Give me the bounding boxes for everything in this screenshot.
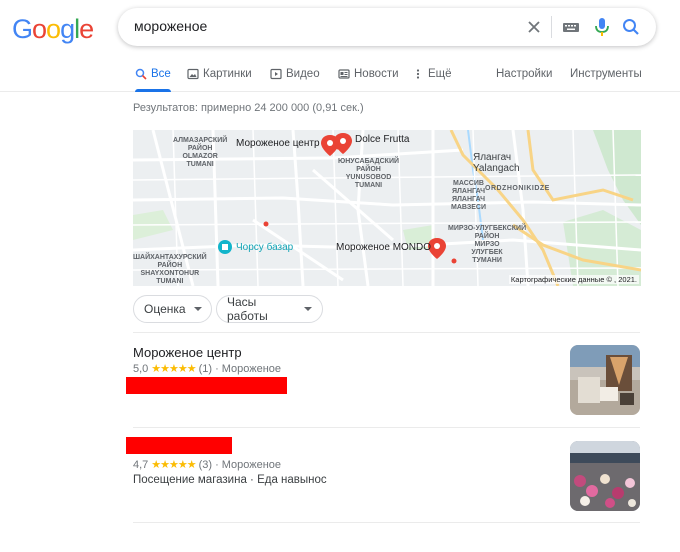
map-label-mirzo: МИРЗО-УЛУГБЕКСКИЙ РАЙОН МИРЗО УЛУГБЕК ТУМАНИ: [448, 225, 527, 264]
star-rating: ★★★★★: [151, 459, 196, 471]
separator: ·: [215, 362, 219, 375]
tab-images[interactable]: Картинки: [187, 68, 252, 80]
tab-tools-label: Инструменты: [570, 68, 642, 80]
keyboard-icon[interactable]: [562, 18, 580, 36]
logo-letter: g: [60, 14, 75, 44]
close-icon[interactable]: [524, 17, 544, 37]
map-label-yunusabad: ЮНУСАБАДСКИЙ РАЙОН YUNUSOBOD TUMANI: [338, 158, 400, 189]
redaction-block: [126, 377, 287, 394]
map-label-yalangach: Ялангач Yalangach: [473, 152, 520, 174]
review-count[interactable]: (3): [199, 459, 212, 471]
logo-letter: e: [79, 14, 94, 44]
result-stats: Результатов: примерно 24 200 000 (0,91 с…: [133, 102, 364, 114]
map-label-ordzhonikidze: ORDZHONIKIDZE: [485, 185, 550, 192]
place-category: Мороженое: [221, 458, 282, 471]
search-icon[interactable]: [621, 17, 641, 37]
search-tabs: Все Картинки Видео Новости Ещё Настройки…: [0, 62, 680, 92]
local-map[interactable]: АЛМАЗАРСКИЙ РАЙОН OLMAZOR TUMANI ЮНУСАБАДСК…: [133, 130, 641, 286]
divider: [133, 332, 640, 333]
tab-video-label: Видео: [286, 68, 320, 80]
divider: [133, 522, 640, 523]
separator: ·: [215, 458, 219, 471]
divider: [133, 427, 640, 428]
rating-line: 4,7 ★★★★★ (3) · Мороженое: [133, 458, 282, 472]
place-thumbnail[interactable]: [570, 345, 640, 415]
search-box[interactable]: мороженое: [118, 8, 656, 46]
map-label-almazar: АЛМАЗАРСКИЙ РАЙОН OLMAZOR TUMANI: [173, 137, 228, 168]
microphone-icon[interactable]: [592, 16, 612, 38]
search-input[interactable]: мороженое: [134, 18, 207, 34]
hours-filter-chip[interactable]: Часы работы: [216, 295, 323, 323]
caret-down-icon: [304, 307, 312, 311]
tab-all-label: Все: [151, 68, 171, 80]
search-icon: [135, 68, 147, 80]
active-tab-indicator: [135, 89, 171, 92]
image-icon: [187, 68, 199, 80]
rating-filter-chip[interactable]: Оценка: [133, 295, 212, 323]
map-label-massiv: МАССИВ ЯЛАНГАЧ ЯЛАНГАЧ МАВЗЕСИ: [451, 180, 486, 211]
service-options: Посещение магазина · Еда навынос: [133, 474, 327, 486]
star-rating: ★★★★★: [151, 363, 196, 375]
video-icon: [270, 68, 282, 80]
tab-more[interactable]: Ещё: [412, 68, 452, 80]
rating-filter-label: Оценка: [144, 302, 186, 316]
news-icon: [338, 69, 350, 79]
tab-news[interactable]: Новости: [338, 68, 399, 80]
map-place-dolce[interactable]: Dolce Frutta: [355, 134, 409, 145]
place-thumbnail[interactable]: [570, 441, 640, 511]
google-logo[interactable]: Google: [12, 14, 94, 45]
rating-value: 5,0: [133, 362, 149, 375]
map-place-center[interactable]: Мороженое центр: [236, 138, 320, 149]
review-count[interactable]: (1): [199, 363, 212, 375]
map-attribution: Картографические данные © , 2021.: [508, 275, 639, 284]
map-place-mondo[interactable]: Мороженое MONDO: [336, 242, 431, 253]
logo-letter: o: [46, 14, 61, 44]
rating-value: 4,7: [133, 458, 149, 471]
logo-letter: o: [32, 14, 47, 44]
tab-settings-label: Настройки: [496, 68, 553, 80]
caret-down-icon: [193, 307, 202, 311]
more-vert-icon: [416, 69, 420, 79]
map-label-shaykhantakhur: ШАЙХАНТАХУРСКИЙ РАЙОН SHAYXONTOHUR TUMANI: [133, 254, 207, 285]
map-place-chorsu[interactable]: Чорсу базар: [236, 242, 293, 253]
tab-tools[interactable]: Инструменты: [570, 68, 642, 80]
tab-news-label: Новости: [354, 68, 399, 80]
tab-video[interactable]: Видео: [270, 68, 320, 80]
rating-line: 5,0 ★★★★★ (1) · Мороженое: [133, 362, 282, 376]
logo-letter: G: [12, 14, 33, 44]
place-category: Мороженое: [221, 362, 282, 375]
tab-all[interactable]: Все: [135, 68, 171, 80]
tab-more-label: Ещё: [428, 68, 452, 80]
tab-settings[interactable]: Настройки: [496, 68, 552, 80]
hours-filter-label: Часы работы: [227, 295, 268, 323]
place-title[interactable]: Мороженое центр: [133, 345, 242, 360]
tab-images-label: Картинки: [203, 68, 252, 80]
search-divider: [551, 16, 552, 38]
redaction-block: [126, 437, 232, 454]
